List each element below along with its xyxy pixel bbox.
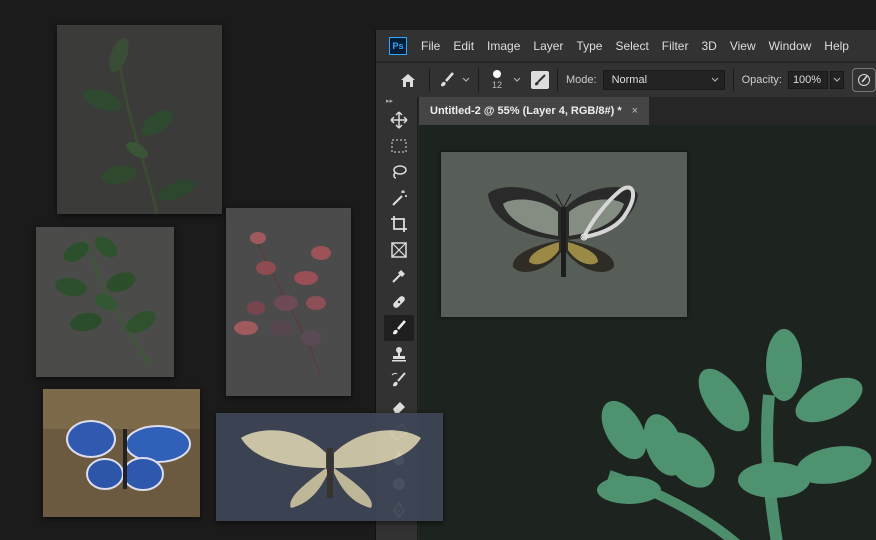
- menu-type[interactable]: Type: [576, 39, 602, 53]
- menu-select[interactable]: Select: [615, 39, 648, 53]
- brush-size-picker[interactable]: 12: [487, 70, 507, 90]
- eyedropper-icon: [392, 270, 405, 283]
- healing-tool[interactable]: [384, 289, 414, 315]
- brush-preset-picker[interactable]: [438, 71, 470, 89]
- menu-view[interactable]: View: [730, 39, 756, 53]
- butterfly-artwork: [441, 152, 687, 317]
- opacity-dropdown-button[interactable]: [829, 71, 844, 89]
- menu-help[interactable]: Help: [824, 39, 849, 53]
- stamp-tool[interactable]: [384, 341, 414, 367]
- document-tab[interactable]: Untitled-2 @ 55% (Layer 4, RGB/8#) * ×: [419, 97, 649, 125]
- brush-icon: [393, 320, 406, 335]
- menu-filter[interactable]: Filter: [662, 39, 689, 53]
- mode-select[interactable]: Normal: [602, 70, 725, 90]
- brush-settings-button[interactable]: [531, 71, 549, 89]
- marquee-tool[interactable]: [384, 133, 414, 159]
- document-tab-bar: Untitled-2 @ 55% (Layer 4, RGB/8#) * ×: [419, 97, 876, 125]
- lasso-tool[interactable]: [384, 159, 414, 185]
- chevron-down-icon: [711, 77, 718, 82]
- collapse-toolbar-icon[interactable]: ▸▸: [376, 97, 417, 107]
- options-bar: 12 Mode: Normal Opacity: 100%: [376, 62, 876, 97]
- menu-window[interactable]: Window: [769, 39, 812, 53]
- chevron-down-icon: [833, 77, 841, 82]
- frame-tool[interactable]: [384, 237, 414, 263]
- brush-settings-icon: [535, 74, 546, 86]
- chevron-down-icon: [462, 77, 470, 82]
- pressure-opacity-button[interactable]: [851, 68, 876, 92]
- document-canvas[interactable]: [441, 152, 687, 317]
- pink-leaves-photo[interactable]: [226, 208, 351, 396]
- marquee-icon: [391, 139, 407, 153]
- divider: [732, 68, 734, 92]
- pen-pressure-icon: [857, 74, 870, 86]
- magic-wand-tool[interactable]: [384, 185, 414, 211]
- canvas-area[interactable]: [419, 125, 876, 540]
- crop-icon: [391, 216, 407, 232]
- eyedropper-tool[interactable]: [384, 263, 414, 289]
- mode-value: Normal: [611, 74, 648, 86]
- divider: [478, 68, 479, 92]
- move-tool[interactable]: [384, 107, 414, 133]
- crop-tool[interactable]: [384, 211, 414, 237]
- menu-3d[interactable]: 3D: [701, 39, 716, 53]
- photoshop-window: Ps File Edit Image Layer Type Select Fil…: [375, 30, 876, 540]
- photoshop-logo-icon[interactable]: Ps: [389, 36, 407, 55]
- menu-edit[interactable]: Edit: [453, 39, 474, 53]
- menu-file[interactable]: File: [421, 39, 440, 53]
- brush-tool[interactable]: [384, 315, 414, 341]
- opacity-label: Opacity:: [741, 74, 782, 86]
- plant-artwork: [597, 329, 872, 540]
- close-tab-button[interactable]: ×: [632, 105, 638, 117]
- lasso-icon: [393, 165, 407, 179]
- move-icon: [390, 111, 408, 129]
- opacity-input[interactable]: 100%: [787, 71, 828, 89]
- magic-wand-icon: [392, 190, 407, 206]
- divider: [557, 68, 558, 92]
- divider: [429, 68, 430, 92]
- brush-icon: [441, 72, 454, 87]
- mode-label: Mode:: [566, 74, 597, 86]
- menu-bar: Ps File Edit Image Layer Type Select Fil…: [376, 30, 876, 61]
- document-tab-title: Untitled-2 @ 55% (Layer 4, RGB/8#) *: [430, 105, 622, 117]
- history-brush-tool[interactable]: [384, 367, 414, 393]
- chevron-down-icon[interactable]: [513, 77, 521, 83]
- moth-photo[interactable]: [216, 413, 443, 521]
- brush-size-value: 12: [491, 80, 502, 90]
- history-brush-icon: [391, 372, 406, 387]
- frame-icon: [391, 242, 407, 258]
- menu-image[interactable]: Image: [487, 39, 520, 53]
- green-leaves-photo[interactable]: [36, 227, 174, 377]
- blue-butterfly-photo[interactable]: [43, 389, 200, 517]
- stamp-icon: [392, 347, 406, 362]
- fern-photo[interactable]: [57, 25, 222, 214]
- bandage-icon: [393, 296, 405, 308]
- brush-tip-icon: [493, 70, 501, 78]
- home-button[interactable]: [395, 67, 421, 93]
- menu-layer[interactable]: Layer: [533, 39, 563, 53]
- home-icon: [401, 73, 415, 87]
